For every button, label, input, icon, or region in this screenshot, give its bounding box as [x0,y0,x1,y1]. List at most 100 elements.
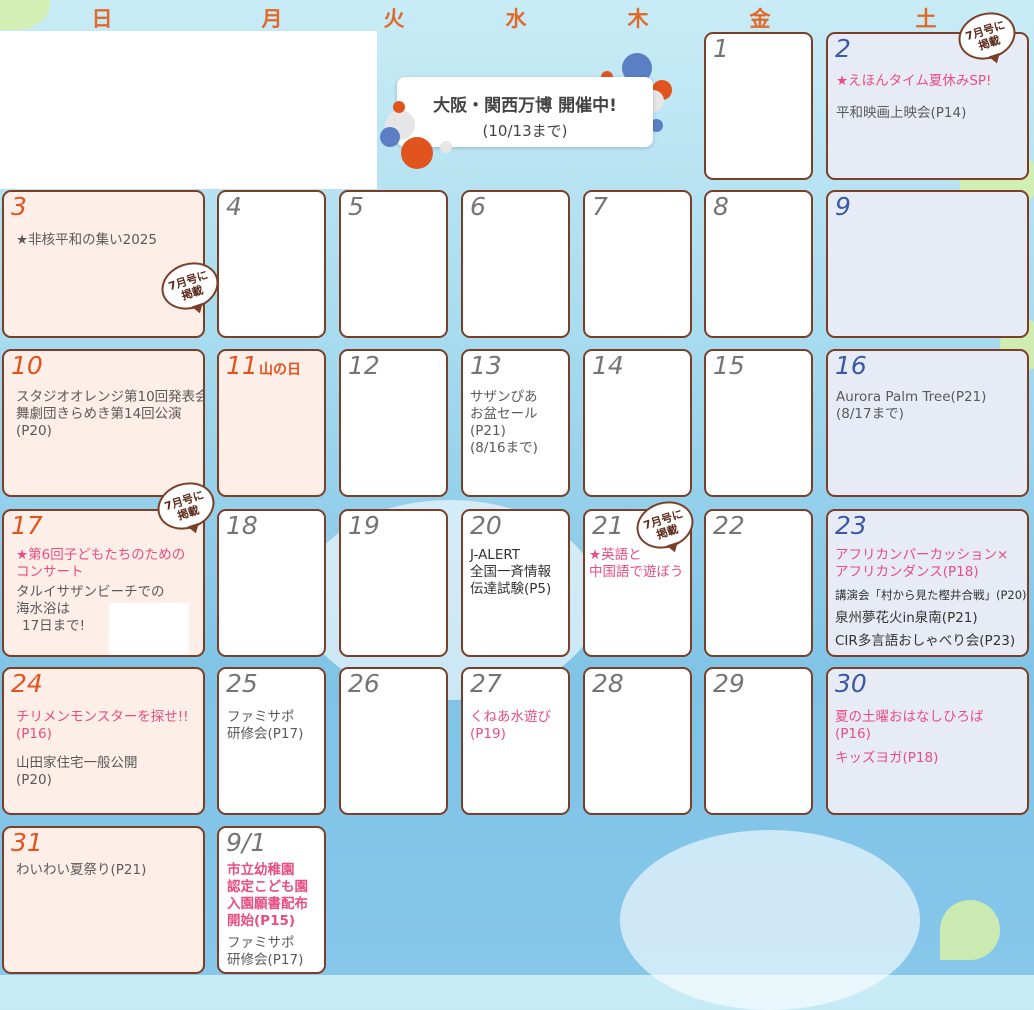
day-cell-20[interactable]: 20 J-ALERT 全国一斉情報 伝達試験(P5) [461,509,570,657]
day-number: 16 [835,351,867,380]
event-text: ★非核平和の集い2025 [16,232,157,248]
day-cell-5[interactable]: 5 [339,190,448,338]
day-cell-31[interactable]: 31 わいわい夏祭り(P21) [2,826,205,974]
day-cell-3[interactable]: 3 ★非核平和の集い2025 [2,190,205,338]
day-number: 26 [348,669,380,698]
day-number: 10 [11,351,43,380]
day-number: 3 [11,192,27,221]
day-cell-25[interactable]: 25 ファミサポ 研修会(P17) [217,667,326,815]
day-cell-15[interactable]: 15 [704,349,813,497]
day-cell-27[interactable]: 27 くねあ水遊び (P19) [461,667,570,815]
event-text: 17日まで! [22,618,86,634]
decor-dot [401,137,433,169]
day-number: 2 [835,34,851,63]
event-text: サザンぴあ [470,389,538,405]
day-cell-8[interactable]: 8 [704,190,813,338]
day-cell-1[interactable]: 1 [704,32,813,180]
day-cell-23[interactable]: 23 アフリカンパーカッション× アフリカンダンス(P18) 講演会「村から見た… [826,509,1029,657]
expo-title: 大阪・関西万博 開催中! [433,96,617,116]
event-text: (P19) [470,726,506,742]
day-cell-24[interactable]: 24 チリメンモンスターを探せ!! (P16) 山田家住宅一般公開 (P20) [2,667,205,815]
decor-dot [380,127,400,147]
event-text: (P16) [16,726,52,742]
event-text: チリメンモンスターを探せ!! [16,709,189,725]
day-number: 9/1 [226,828,267,857]
holiday-name: 山の日 [259,362,301,378]
day-cell-10[interactable]: 10 スタジオオレンジ第10回発表会 舞劇団きらめき第14回公演 (P20) [2,349,205,497]
event-text: (8/16まで) [470,440,538,456]
day-number: 21 [592,511,624,540]
event-text: Aurora Palm Tree(P21) [836,389,987,405]
day-cell-29[interactable]: 29 [704,667,813,815]
day-number: 22 [713,511,745,540]
day-number: 5 [348,192,364,221]
event-text: ★第6回子どもたちのための [16,547,186,563]
event-text: (P20) [16,423,52,439]
day-number: 4 [226,192,242,221]
event-text: アフリカンダンス(P18) [835,564,979,580]
decor-dot [440,141,452,153]
day-number: 17 [11,511,43,540]
event-text: ★えほんタイム夏休みSP! [836,73,992,89]
day-cell-11[interactable]: 11 山の日 [217,349,326,497]
day-cell-22[interactable]: 22 [704,509,813,657]
day-cell-sep-1[interactable]: 9/1 市立幼稚園 認定こども園 入園願書配布 開始(P15) ファミサポ 研修… [217,826,326,974]
decor-dot [393,101,405,113]
day-cell-16[interactable]: 16 Aurora Palm Tree(P21) (8/17まで) [826,349,1029,497]
day-number: 24 [11,669,43,698]
expo-subtitle: (10/13まで) [482,122,568,140]
day-cell-28[interactable]: 28 [583,667,692,815]
event-text: 研修会(P17) [227,952,304,968]
day-cell-7[interactable]: 7 [583,190,692,338]
day-number: 15 [713,351,745,380]
day-number: 8 [713,192,729,221]
day-number: 20 [470,511,502,540]
event-text: (P20) [16,772,52,788]
event-text: アフリカンパーカッション× [835,547,1009,563]
event-text: ファミサポ [227,935,295,951]
event-text: CIR多言語おしゃべり会(P23) [835,633,1016,649]
event-text: 開始(P15) [227,913,296,929]
weekday-thu: 木 [627,7,649,31]
day-number: 19 [348,511,380,540]
event-text: 平和映画上映会(P14) [836,105,967,121]
day-number: 11 [226,351,258,380]
day-number: 27 [470,669,502,698]
weekday-fri: 金 [749,7,771,31]
event-text: 伝達試験(P5) [470,581,552,597]
day-number: 31 [11,828,43,857]
event-text: キッズヨガ(P18) [835,750,939,766]
day-cell-13[interactable]: 13 サザンぴあ お盆セール (P21) (8/16まで) [461,349,570,497]
weekday-sat: 土 [915,7,937,31]
event-text: 夏の土曜おはなしひろば [835,709,984,725]
day-cell-4[interactable]: 4 [217,190,326,338]
event-text: 入園願書配布 [227,896,308,912]
day-number: 1 [713,34,729,63]
blank-area [0,31,377,189]
event-text: (P16) [835,726,871,742]
day-number: 6 [470,192,486,221]
day-cell-9[interactable]: 9 [826,190,1029,338]
event-text: くねあ水遊び [470,709,551,725]
day-cell-12[interactable]: 12 [339,349,448,497]
event-text: 認定こども園 [227,879,308,895]
day-number: 30 [835,669,867,698]
day-number: 9 [835,192,851,221]
day-cell-18[interactable]: 18 [217,509,326,657]
event-text: 舞劇団きらめき第14回公演 [16,406,182,422]
day-cell-26[interactable]: 26 [339,667,448,815]
day-cell-30[interactable]: 30 夏の土曜おはなしひろば (P16) キッズヨガ(P18) [826,667,1029,815]
day-number: 18 [226,511,258,540]
leaf-decoration [940,900,1000,960]
event-text: 市立幼稚園 [227,862,295,878]
event-text: (8/17まで) [836,406,904,422]
day-cell-6[interactable]: 6 [461,190,570,338]
day-number: 7 [592,192,608,221]
day-cell-17[interactable]: 17 ★第6回子どもたちのための コンサート タルイサザンビーチでの 海水浴は … [2,509,205,657]
event-text: スタジオオレンジ第10回発表会 [16,389,205,405]
day-cell-14[interactable]: 14 [583,349,692,497]
day-number: 14 [592,351,624,380]
day-cell-19[interactable]: 19 [339,509,448,657]
event-text: ファミサポ [227,709,295,725]
event-text: 山田家住宅一般公開 [16,755,138,771]
